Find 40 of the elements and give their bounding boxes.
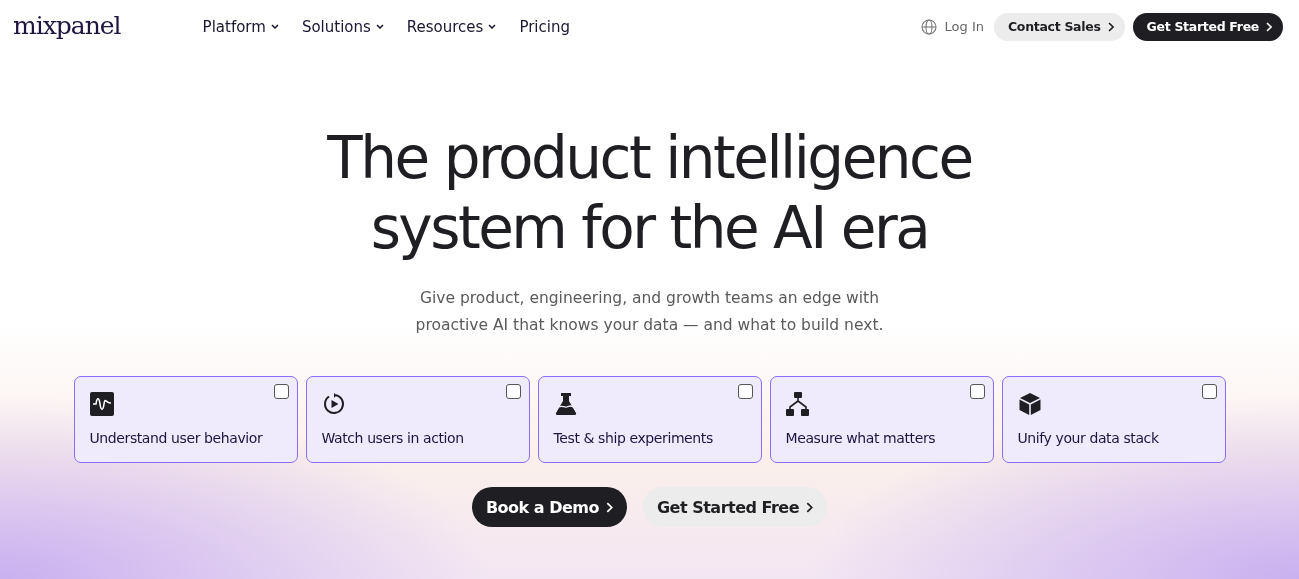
checkbox[interactable]: [737, 384, 753, 399]
checkbox[interactable]: [1201, 384, 1217, 399]
chevron-right-icon: [806, 501, 814, 513]
get-started-button[interactable]: Get Started Free: [643, 487, 828, 527]
card-label: Understand user behavior: [89, 430, 264, 446]
cube-icon: [1017, 392, 1042, 416]
feature-card[interactable]: Understand user behavior: [73, 376, 298, 463]
checkbox[interactable]: [969, 384, 985, 399]
flask-icon: [553, 392, 578, 416]
card-label: Unify your data stack: [1017, 430, 1160, 446]
chevron-right-icon: [606, 501, 613, 513]
chevron-down-icon: [488, 24, 497, 29]
globe-icon[interactable]: [920, 18, 937, 35]
get-started-button[interactable]: Get Started Free: [1132, 12, 1283, 41]
book-demo-button[interactable]: Book a Demo: [471, 487, 627, 527]
waveform-icon: [89, 392, 114, 416]
feature-card[interactable]: Measure what matters: [769, 376, 994, 463]
checkbox[interactable]: [273, 384, 289, 399]
chevron-down-icon: [375, 24, 384, 29]
card-label: Test & ship experiments: [553, 430, 714, 446]
feature-card[interactable]: Watch users in action: [305, 376, 530, 463]
card-label: Measure what matters: [785, 430, 937, 446]
subtitle: Give product, engineering, and growth teams an edge with proactive AI that knows your data — and what to build next.: [414, 288, 885, 336]
feature-card[interactable]: Unify your data stack: [1001, 376, 1226, 463]
nav-link[interactable]: Solutions: [301, 17, 384, 36]
chevron-right-icon: [1266, 21, 1272, 32]
feature-card[interactable]: Test & ship experiments: [537, 376, 762, 463]
nav-link[interactable]: Resources: [406, 17, 497, 36]
nav-link[interactable]: Platform: [202, 17, 279, 36]
nav-link[interactable]: Pricing: [519, 17, 570, 36]
hierarchy-icon: [785, 392, 810, 416]
checkbox[interactable]: [505, 384, 521, 399]
headline: The product intelligence system for the AI era: [326, 123, 973, 263]
contact-sales-button[interactable]: Contact Sales: [993, 12, 1125, 41]
chevron-down-icon: [270, 24, 279, 29]
replay-icon: [321, 392, 346, 416]
login-link[interactable]: Log In: [944, 19, 984, 34]
logo[interactable]: mixpanel: [13, 10, 121, 40]
card-label: Watch users in action: [321, 430, 465, 446]
chevron-right-icon: [1107, 21, 1114, 32]
